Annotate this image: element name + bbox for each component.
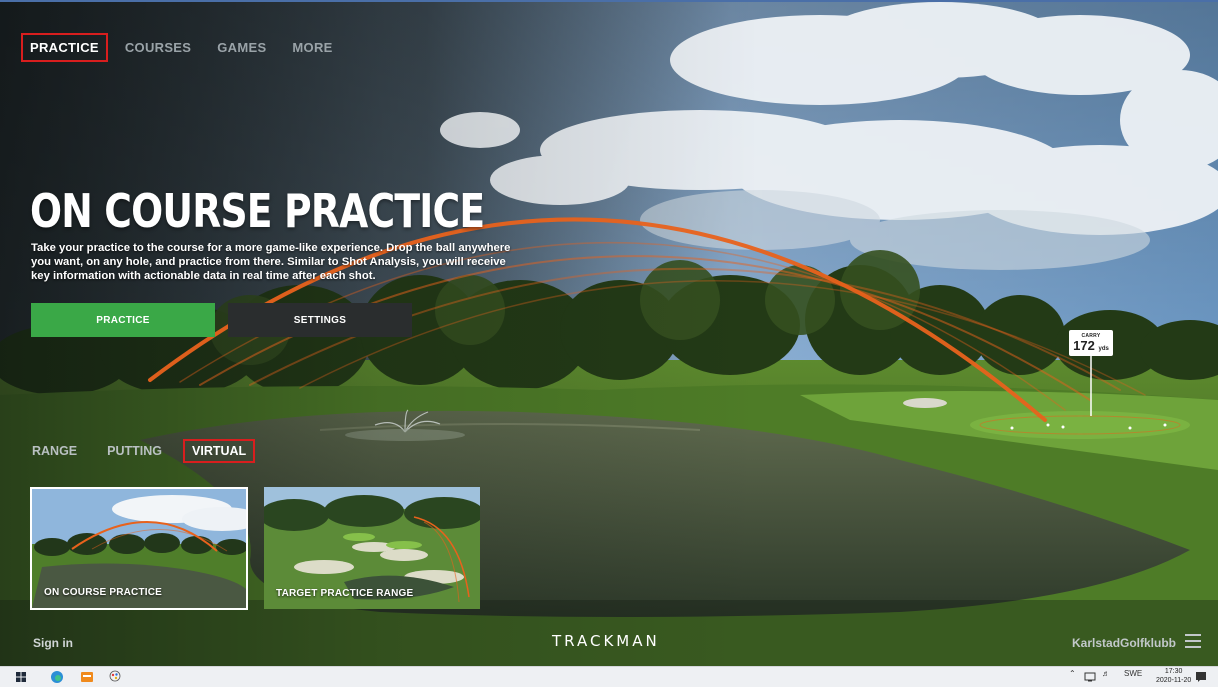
nav-courses[interactable]: COURSES xyxy=(117,34,199,61)
carry-unit: yds xyxy=(1098,346,1109,352)
settings-button[interactable]: SETTINGS xyxy=(228,303,412,337)
nav-games[interactable]: GAMES xyxy=(209,34,274,61)
paint-app-icon[interactable] xyxy=(108,670,122,684)
card-on-course-practice[interactable]: ON COURSE PRACTICE xyxy=(30,487,248,610)
page-title: ON COURSE PRACTICE xyxy=(30,184,485,238)
carry-value: 172 xyxy=(1073,338,1095,353)
tab-putting[interactable]: PUTTING xyxy=(99,440,170,462)
edge-browser-icon[interactable] xyxy=(50,670,64,684)
language-indicator[interactable]: SWE xyxy=(1124,669,1142,678)
window-top-border xyxy=(0,0,1218,2)
user-account-name[interactable]: KarlstadGolfklubb xyxy=(1072,636,1176,650)
trackman-app-icon[interactable] xyxy=(80,670,94,684)
windows-start-icon[interactable] xyxy=(14,670,28,684)
volume-icon[interactable]: ♬ xyxy=(1102,669,1110,678)
carry-value-line: 172 yds xyxy=(1069,339,1113,356)
practice-button[interactable]: PRACTICE xyxy=(31,303,215,337)
clock-time: 17:30 xyxy=(1164,668,1183,675)
clock[interactable]: 17:30 2020-11-20 xyxy=(1156,667,1191,685)
card-label: TARGET PRACTICE RANGE xyxy=(276,588,414,599)
trackman-logo: TRACKMAN xyxy=(552,632,660,650)
tray-chevron-icon[interactable]: ⌃ xyxy=(1069,669,1076,678)
nav-practice[interactable]: PRACTICE xyxy=(21,33,108,62)
nav-more[interactable]: MORE xyxy=(284,34,340,61)
tab-virtual[interactable]: VIRTUAL xyxy=(183,439,256,463)
clock-date: 2020-11-20 xyxy=(1156,677,1192,684)
hamburger-menu-icon[interactable] xyxy=(1185,634,1201,648)
windows-taskbar: ⌃ ♬ SWE 17:30 2020-11-20 xyxy=(0,666,1218,687)
card-target-practice-range[interactable]: TARGET PRACTICE RANGE xyxy=(264,487,480,609)
sign-in-link[interactable]: Sign in xyxy=(33,636,73,650)
network-icon[interactable] xyxy=(1084,671,1096,683)
notification-icon[interactable] xyxy=(1195,671,1207,683)
page-description: Take your practice to the course for a m… xyxy=(31,242,511,282)
practice-mode-tabs: RANGE PUTTING VIRTUAL xyxy=(24,439,268,463)
tab-range[interactable]: RANGE xyxy=(24,440,85,462)
card-label: ON COURSE PRACTICE xyxy=(44,587,163,598)
main-nav: PRACTICE COURSES GAMES MORE xyxy=(21,33,351,62)
carry-distance-marker: CARRY 172 yds xyxy=(1069,330,1113,356)
